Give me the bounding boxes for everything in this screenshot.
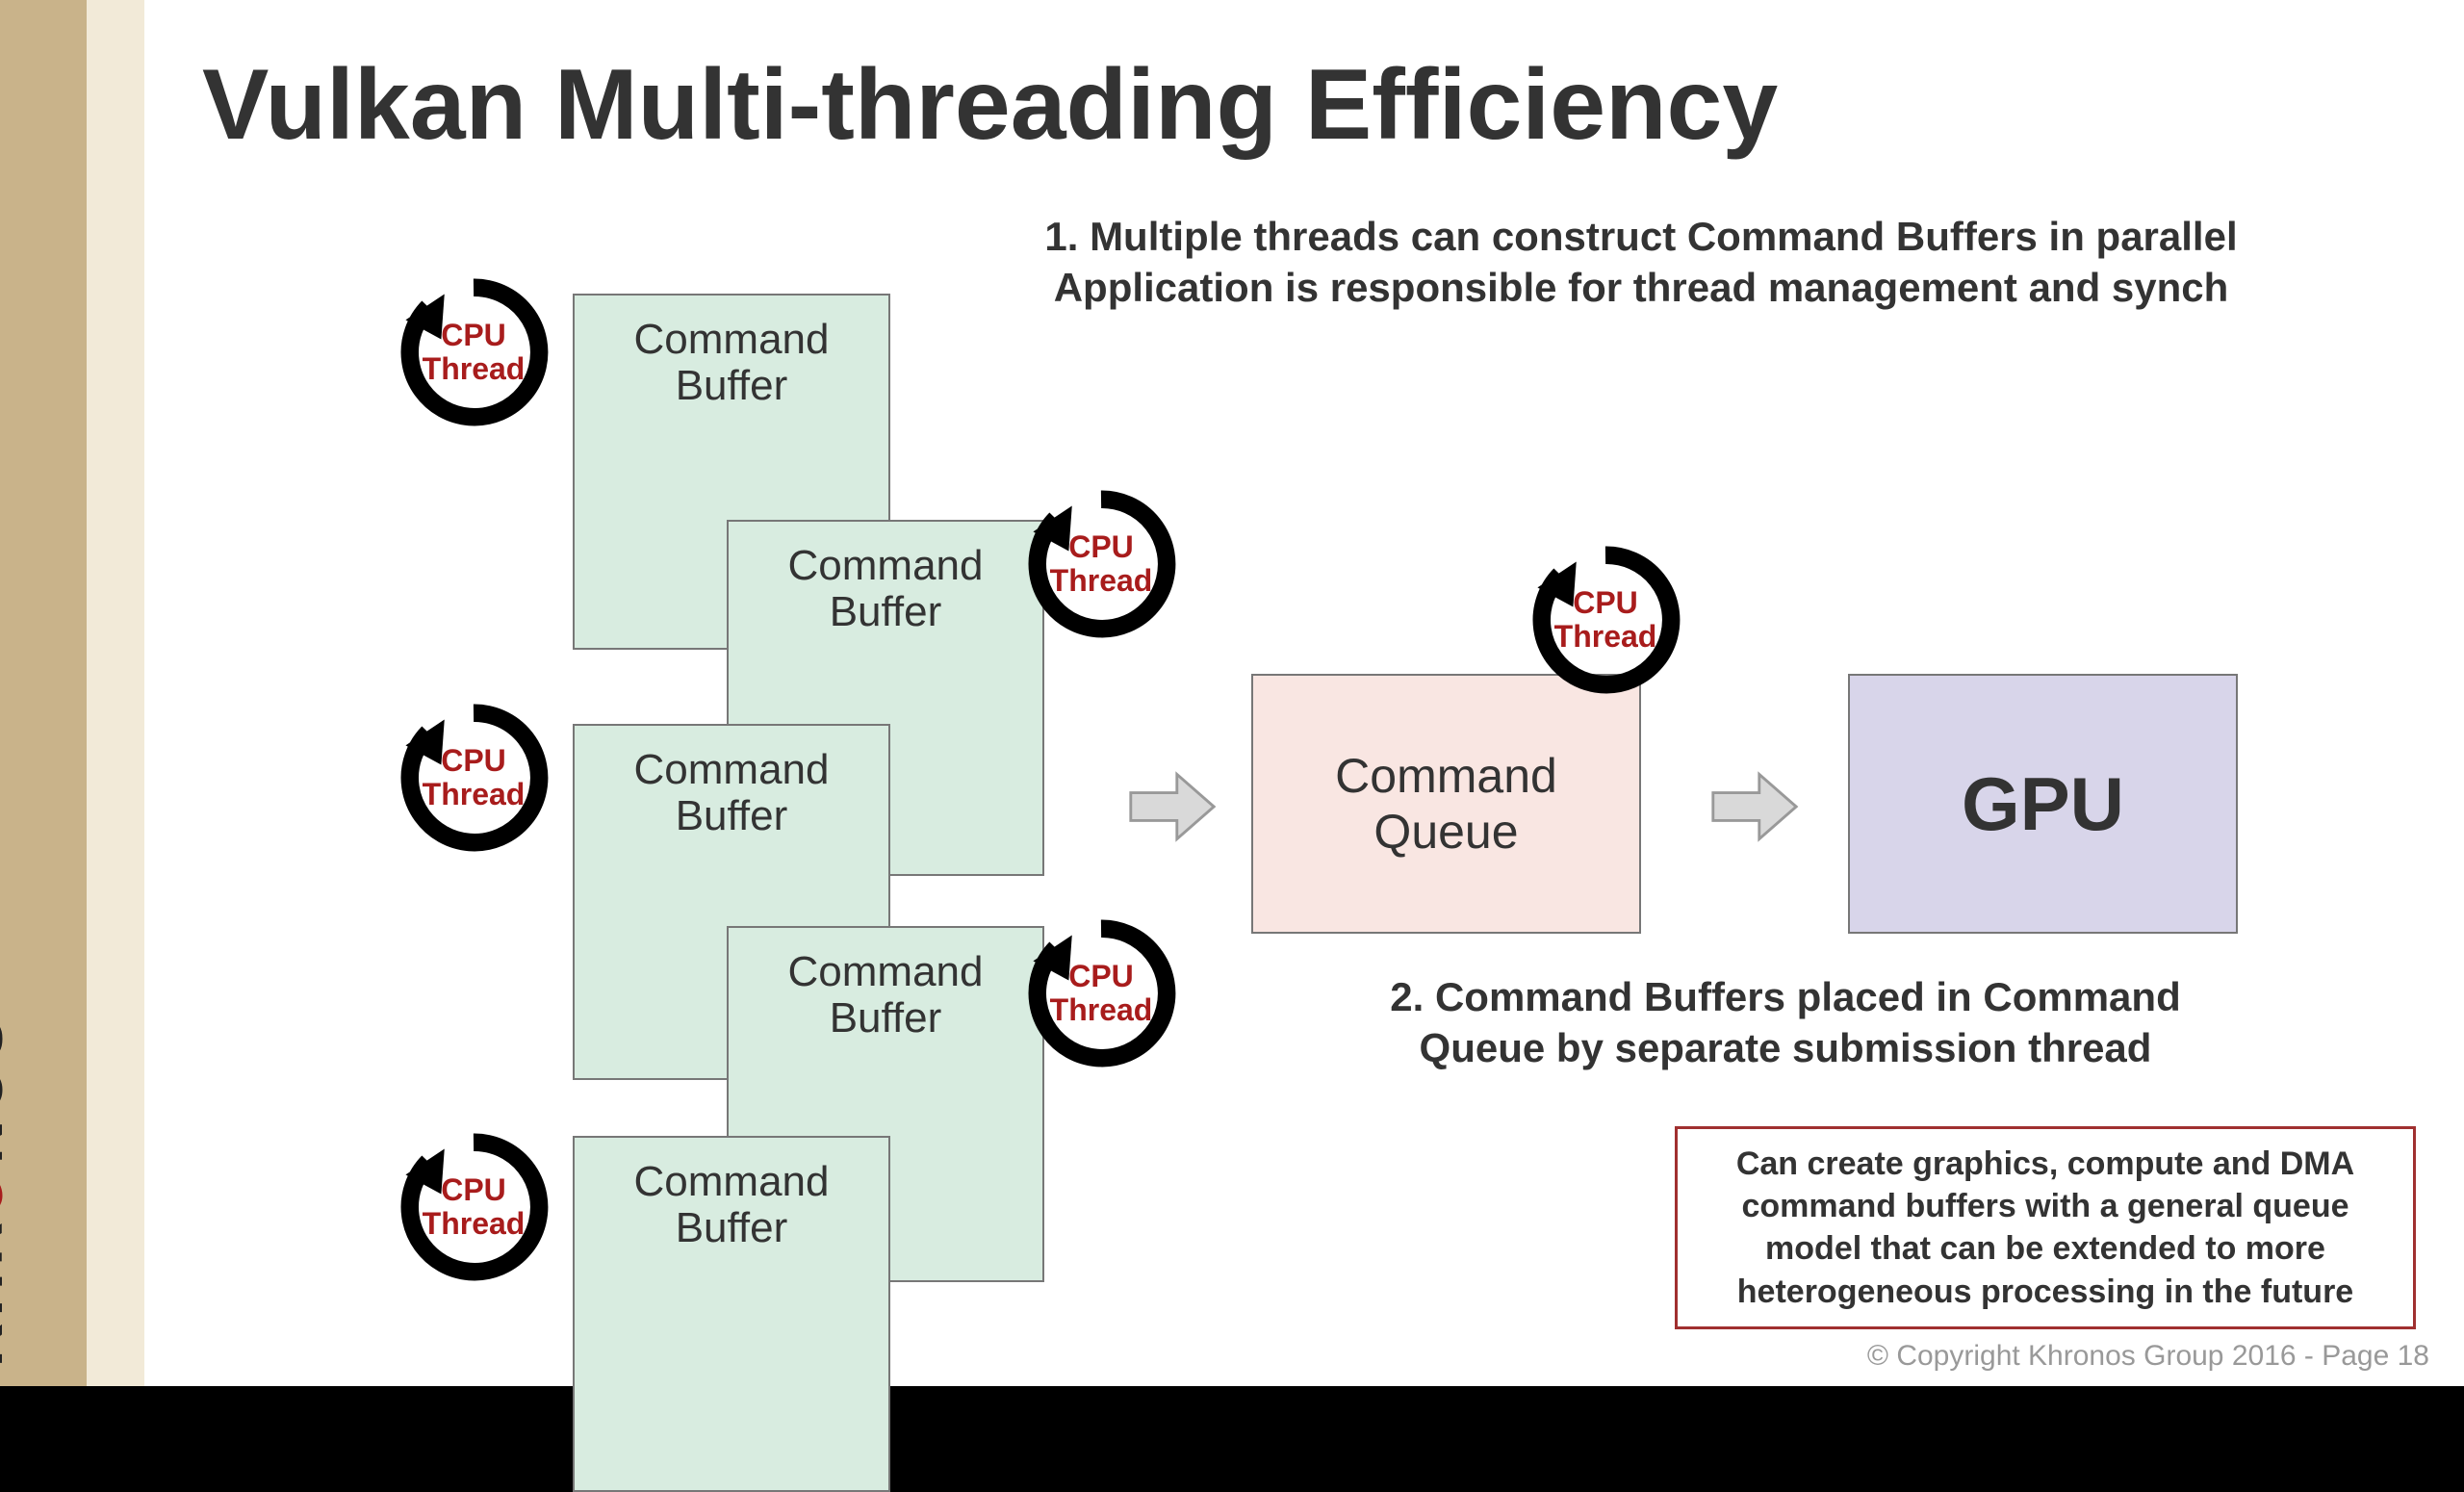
- cpu-thread-icon: CPU Thread: [393, 697, 554, 859]
- khronos-logo: KHRONOS™GROUP: [0, 863, 17, 1367]
- slide: KHRONOS™GROUP Vulkan Multi-threading Eff…: [0, 0, 2464, 1386]
- cpu-thread-icon: CPU Thread: [1020, 483, 1182, 645]
- copyright: © Copyright Khronos Group 2016 - Page 18: [1867, 1340, 2429, 1373]
- note-1: 1. Multiple threads can construct Comman…: [967, 212, 2315, 313]
- slide-title: Vulkan Multi-threading Efficiency: [202, 48, 1778, 163]
- cpu-thread-icon: CPU Thread: [1020, 913, 1182, 1074]
- sidebar: KHRONOS™GROUP: [0, 0, 144, 1386]
- note-2: 2. Command Buffers placed in Command Que…: [1328, 972, 2243, 1073]
- arrow-icon: [1126, 760, 1219, 853]
- command-buffer-box: Command Buffer: [573, 1136, 890, 1492]
- gpu-box: GPU: [1848, 674, 2238, 934]
- note-3: Can create graphics, compute and DMA com…: [1675, 1126, 2416, 1329]
- arrow-icon: [1708, 760, 1801, 853]
- command-queue-box: Command Queue: [1251, 674, 1641, 934]
- cpu-thread-icon: CPU Thread: [393, 271, 554, 433]
- cpu-thread-icon: CPU Thread: [1525, 539, 1686, 701]
- cpu-thread-icon: CPU Thread: [393, 1126, 554, 1288]
